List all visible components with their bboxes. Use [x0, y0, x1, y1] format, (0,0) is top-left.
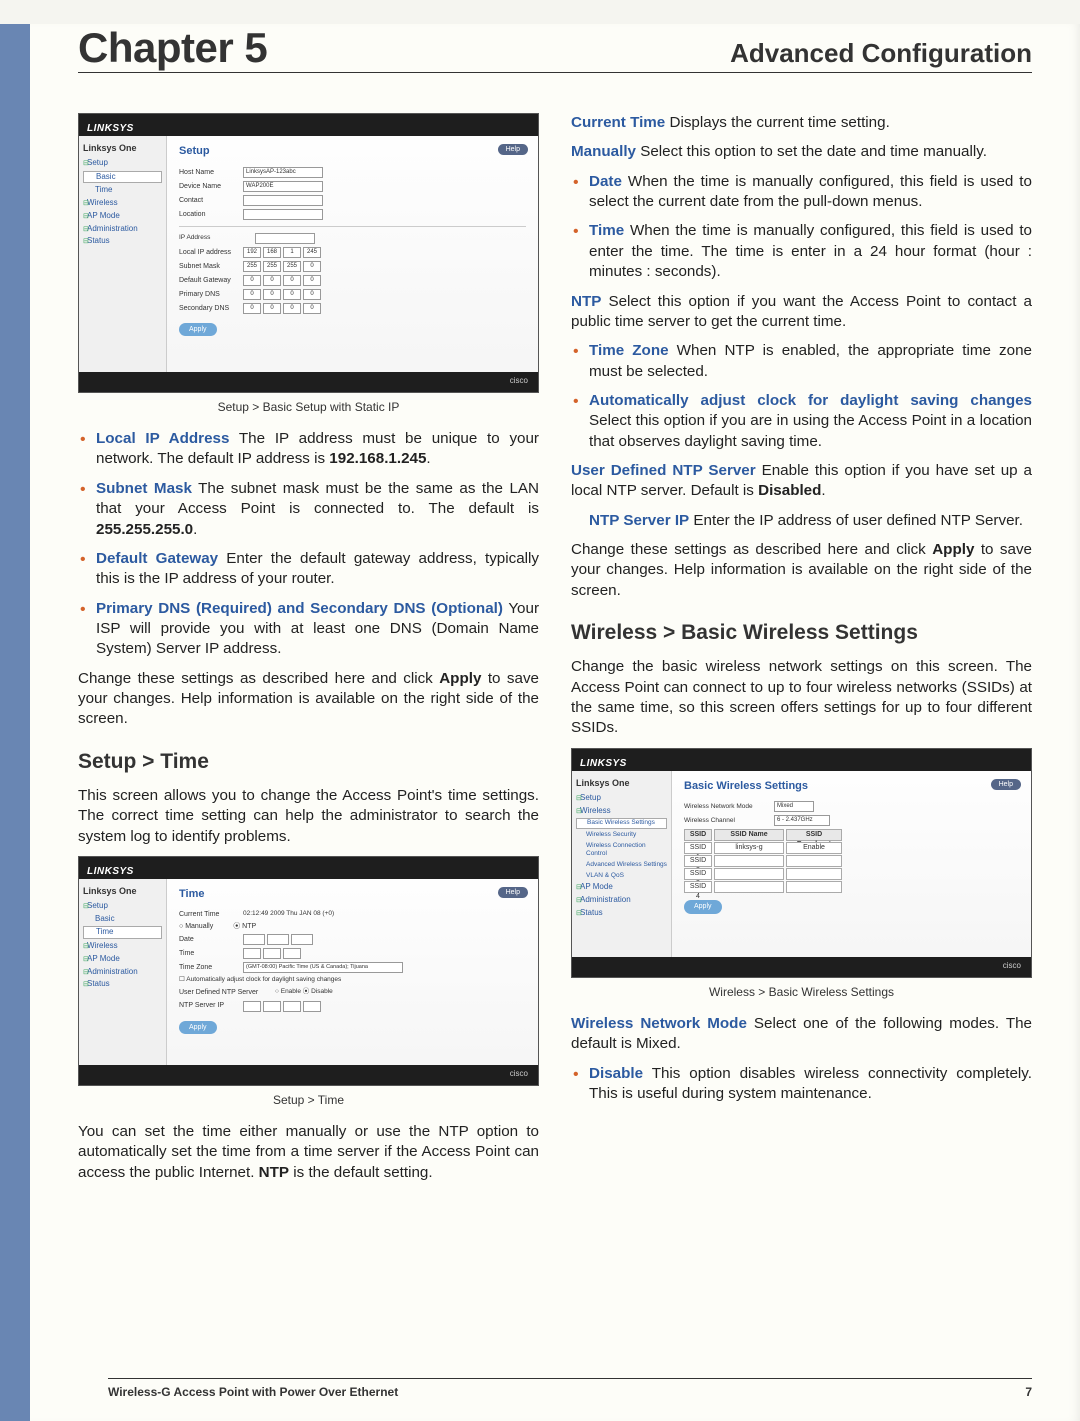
list-item: Time Zone When NTP is enabled, the appro…: [571, 341, 1032, 382]
list-item: Primary DNS (Required) and Secondary DNS…: [78, 599, 539, 660]
page-header: Chapter 5 Advanced Configuration: [78, 24, 1032, 73]
bullet-list: Local IP Address The IP address must be …: [78, 429, 539, 660]
screenshot-main: Setup Host NameLinksysAP-123abc Device N…: [167, 136, 538, 372]
section-title: Advanced Configuration: [730, 38, 1032, 69]
list-item: Automatically adjust clock for daylight …: [571, 391, 1032, 452]
paragraph: NTP Server IP Enter the IP address of us…: [571, 511, 1032, 531]
figure-caption: Setup > Time: [78, 1092, 539, 1108]
list-item: Date When the time is manually configure…: [571, 172, 1032, 213]
section-heading: Setup > Time: [78, 748, 539, 776]
paragraph: Manually Select this option to set the d…: [571, 142, 1032, 162]
list-item: Time When the time is manually configure…: [571, 221, 1032, 282]
apply-button[interactable]: Apply: [179, 323, 217, 336]
paragraph: Current Time Displays the current time s…: [571, 113, 1032, 133]
screenshot-wireless-basic: LINKSYS Help Linksys One ⊟Setup ⊟Wireles…: [571, 748, 1032, 978]
paragraph: NTP Select this option if you want the A…: [571, 292, 1032, 333]
help-button[interactable]: Help: [498, 887, 528, 898]
list-item: Subnet Mask The subnet mask must be the …: [78, 479, 539, 540]
help-button[interactable]: Help: [991, 779, 1021, 790]
paragraph: Change these settings as described here …: [571, 540, 1032, 601]
paragraph: User Defined NTP Server Enable this opti…: [571, 461, 1032, 502]
figure-caption: Setup > Basic Setup with Static IP: [78, 399, 539, 415]
left-column: LINKSYS Help Linksys One ⊟Setup Basic Ti…: [78, 113, 539, 1192]
bullet-list: Disable This option disables wireless co…: [571, 1064, 1032, 1105]
section-heading: Wireless > Basic Wireless Settings: [571, 619, 1032, 647]
chapter-title: Chapter 5: [78, 24, 267, 72]
bullet-list: Time Zone When NTP is enabled, the appro…: [571, 341, 1032, 452]
brand-label: LINKSYS: [87, 123, 134, 134]
list-item: Default Gateway Enter the default gatewa…: [78, 549, 539, 590]
apply-button[interactable]: Apply: [684, 900, 722, 913]
apply-button[interactable]: Apply: [179, 1021, 217, 1034]
bullet-list: Date When the time is manually configure…: [571, 172, 1032, 283]
right-column: Current Time Displays the current time s…: [571, 113, 1032, 1192]
paragraph: This screen allows you to change the Acc…: [78, 786, 539, 847]
paragraph: Wireless Network Mode Select one of the …: [571, 1014, 1032, 1055]
list-item: Disable This option disables wireless co…: [571, 1064, 1032, 1105]
help-button[interactable]: Help: [498, 144, 528, 155]
paragraph: You can set the time either manually or …: [78, 1122, 539, 1183]
list-item: Local IP Address The IP address must be …: [78, 429, 539, 470]
paragraph: Change these settings as described here …: [78, 669, 539, 730]
screenshot-setup-time: LINKSYS Help Linksys One ⊟Setup Basic Ti…: [78, 856, 539, 1086]
figure-caption: Wireless > Basic Wireless Settings: [571, 984, 1032, 1000]
screenshot-sidebar: Linksys One ⊟Setup Basic Time ⊟Wireless …: [79, 136, 167, 372]
page-footer: Wireless-G Access Point with Power Over …: [108, 1378, 1032, 1399]
screenshot-setup-static-ip: LINKSYS Help Linksys One ⊟Setup Basic Ti…: [78, 113, 539, 393]
paragraph: Change the basic wireless network settin…: [571, 657, 1032, 738]
